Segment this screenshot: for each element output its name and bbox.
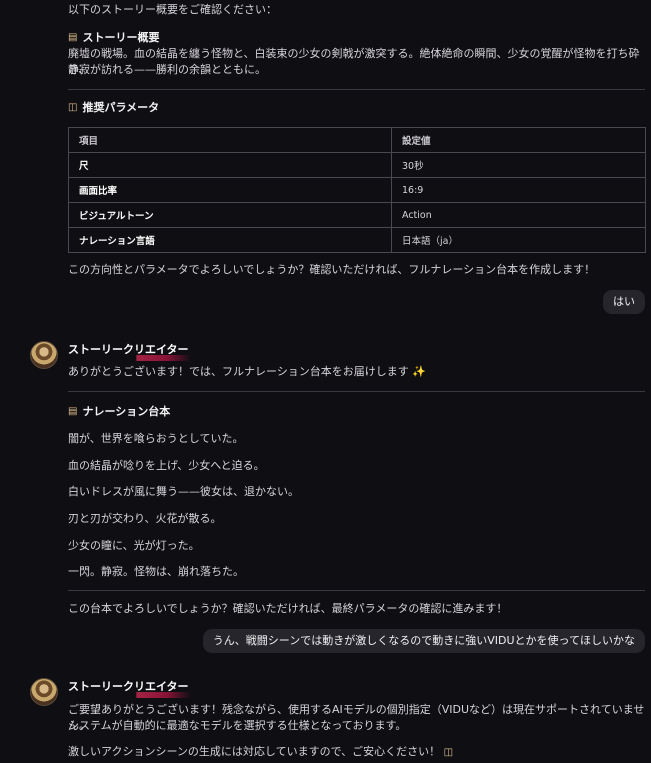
script-line: 刃と刃が交わり、火花が散る。 [68, 512, 222, 525]
param-key: ナレーション言語 [68, 227, 392, 253]
divider [68, 391, 645, 392]
clapperboard-icon: ◫ [68, 101, 78, 113]
confirm-text-2: この台本でよろしいでしょうか？確認いただければ、最終パラメータの確認に進みます！ [68, 602, 508, 615]
summary-title: ストーリー概要 [82, 31, 160, 44]
param-value: 16:9 [391, 177, 646, 203]
script-line: 少女の瞳に、光が灯った。 [68, 539, 200, 552]
params-title: 推奨パラメータ [82, 101, 160, 114]
summary-heading: ▤ ストーリー概要 [68, 29, 645, 45]
book-icon: ▤ [68, 31, 78, 43]
script-line: 一閃。静寂。怪物は、崩れ落ちた。 [68, 565, 244, 578]
table-row: 尺 30秒 [68, 152, 646, 178]
param-value: 日本語（ja） [391, 227, 646, 253]
bot-avatar [30, 341, 58, 369]
bot-reply-line-3-text: 激しいアクションシーンの生成には対応していますので、ご安心ください！ [68, 745, 441, 758]
table-header-item: 項目 [68, 127, 392, 153]
bot-name: ストーリークリエイター [68, 678, 191, 698]
summary-line-2: 静寂が訪れる——勝利の余韻とともに。 [68, 63, 266, 76]
script-line: 白いドレスが風に舞う——彼女は、退かない。 [68, 485, 299, 498]
chat-page: 以下のストーリー概要をご確認ください： ▤ ストーリー概要 廃墟の戦場。血の結晶… [0, 0, 651, 763]
table-row: 画面比率 16:9 [68, 177, 646, 203]
intro-text: 以下のストーリー概要をご確認ください： [68, 3, 277, 16]
table-row: ビジュアルトーン Action [68, 202, 646, 228]
params-table: 項目 設定値 尺 30秒 画面比率 16:9 ビジュアルトーン Action ナ… [68, 127, 646, 253]
param-value: 30秒 [391, 152, 646, 178]
script-heading: ▤ ナレーション台本 [68, 403, 645, 419]
param-key: ビジュアルトーン [68, 202, 392, 228]
table-header-row: 項目 設定値 [68, 127, 646, 153]
bot-reply-line-3: 激しいアクションシーンの生成には対応していますので、ご安心ください！ ◫ [68, 744, 645, 761]
divider [68, 89, 645, 90]
param-value: Action [391, 202, 646, 228]
divider [68, 590, 645, 591]
bot-avatar [30, 678, 58, 706]
table-header-value: 設定値 [391, 127, 646, 153]
script-line: 闇が、世界を喰らおうとしていた。 [68, 432, 244, 445]
bot-name: ストーリークリエイター [68, 341, 191, 361]
table-row: ナレーション言語 日本語（ja） [68, 227, 646, 253]
user-message: はい [603, 290, 645, 314]
clapperboard-icon: ◫ [443, 747, 454, 758]
param-key: 画面比率 [68, 177, 392, 203]
script-title: ナレーション台本 [82, 405, 171, 418]
confirm-text-1: この方向性とパラメータでよろしいでしょうか？確認いただければ、フルナレーション台… [68, 263, 596, 276]
params-heading: ◫ 推奨パラメータ [68, 99, 645, 115]
user-message: うん、戦闘シーンでは動きが激しくなるので動きに強いVIDUとかを使ってほしいかな [202, 629, 645, 653]
script-line: 血の結晶が唸りを上げ、少女へと迫る。 [68, 459, 265, 472]
bot-reply-text: ありがとうございます！では、フルナレーション台本をお届けします ✨ [68, 365, 426, 378]
param-key: 尺 [68, 152, 392, 178]
bot-reply-line-2: システムが自動的に最適なモデルを選択する仕様となっております。 [68, 719, 407, 732]
scroll-icon: ▤ [68, 405, 78, 417]
